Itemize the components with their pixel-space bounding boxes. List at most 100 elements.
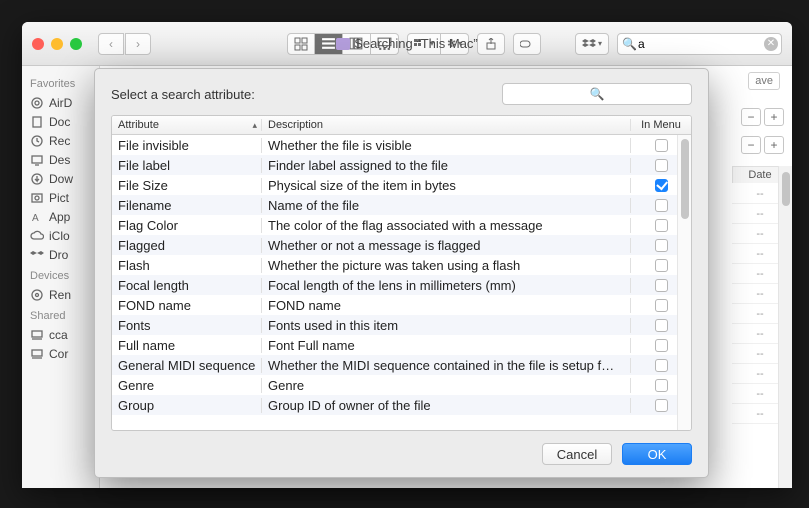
in-menu-checkbox[interactable] (655, 139, 668, 152)
attribute-description: Whether the file is visible (262, 138, 631, 153)
in-menu-checkbox[interactable] (655, 359, 668, 372)
gallery-view-button[interactable] (371, 33, 399, 55)
computer-icon (30, 328, 44, 342)
main-scrollbar[interactable] (778, 166, 792, 488)
arrange-button[interactable]: ▾ (407, 33, 441, 55)
in-menu-checkbox[interactable] (655, 299, 668, 312)
save-button-stub[interactable]: ave (748, 72, 780, 90)
in-menu-checkbox[interactable] (655, 319, 668, 332)
sidebar-favorites-header: Favorites (30, 78, 99, 90)
in-menu-checkbox[interactable] (655, 279, 668, 292)
icon-view-button[interactable] (287, 33, 315, 55)
sidebar-devices-header: Devices (30, 270, 99, 282)
attribute-row[interactable]: GroupGroup ID of owner of the file (112, 395, 691, 415)
row-add-button[interactable]: + (764, 108, 784, 126)
attribute-row[interactable]: General MIDI sequenceWhether the MIDI se… (112, 355, 691, 375)
sidebar-item[interactable]: AirD (30, 93, 99, 112)
attribute-row[interactable]: FOND nameFOND name (112, 295, 691, 315)
attribute-name: Genre (112, 378, 262, 393)
ok-button[interactable]: OK (622, 443, 692, 465)
svg-text:A: A (32, 213, 39, 224)
sidebar-item[interactable]: Dro (30, 245, 99, 264)
attribute-description: Whether the MIDI sequence contained in t… (262, 358, 631, 373)
attribute-description: Group ID of owner of the file (262, 398, 631, 413)
minimize-window-button[interactable] (51, 38, 63, 50)
forward-button[interactable]: › (125, 33, 151, 55)
in-menu-checkbox[interactable] (655, 339, 668, 352)
dropbox-icon (30, 248, 44, 262)
attribute-row[interactable]: File SizePhysical size of the item in by… (112, 175, 691, 195)
column-view-button[interactable] (343, 33, 371, 55)
cancel-button[interactable]: Cancel (542, 443, 612, 465)
close-window-button[interactable] (32, 38, 44, 50)
row-add-button[interactable]: + (764, 136, 784, 154)
attribute-row[interactable]: Focal lengthFocal length of the lens in … (112, 275, 691, 295)
in-menu-column-header[interactable]: In Menu (631, 119, 691, 131)
sidebar-item[interactable]: Doc (30, 112, 99, 131)
attribute-column-header[interactable]: Attribute▴ (112, 119, 262, 131)
attribute-name: Focal length (112, 278, 262, 293)
in-menu-checkbox[interactable] (655, 179, 668, 192)
attribute-row[interactable]: FontsFonts used in this item (112, 315, 691, 335)
in-menu-checkbox[interactable] (655, 259, 668, 272)
action-button[interactable]: ✻▾ (441, 33, 469, 55)
search-icon: 🔍 (622, 37, 637, 51)
attribute-description: Font Full name (262, 338, 631, 353)
sidebar-item-label: cca (49, 328, 68, 342)
attribute-row[interactable]: Full nameFont Full name (112, 335, 691, 355)
attribute-name: Full name (112, 338, 262, 353)
doc-icon (30, 115, 44, 129)
attribute-scrollbar[interactable] (677, 135, 691, 430)
sidebar-item-label: Doc (49, 115, 70, 129)
sidebar-shared-header: Shared (30, 310, 99, 322)
dropbox-button[interactable]: ▾ (575, 33, 609, 55)
in-menu-checkbox[interactable] (655, 239, 668, 252)
sidebar-item[interactable]: Ren (30, 285, 99, 304)
zoom-window-button[interactable] (70, 38, 82, 50)
row-remove-button[interactable]: − (741, 136, 761, 154)
scrollbar-thumb[interactable] (782, 172, 790, 206)
sidebar-item[interactable]: Cor (30, 344, 99, 363)
view-mode-group (287, 33, 399, 55)
attribute-description: The color of the flag associated with a … (262, 218, 631, 233)
in-menu-checkbox[interactable] (655, 159, 668, 172)
attribute-description: Fonts used in this item (262, 318, 631, 333)
sidebar-item-label: iClo (49, 229, 70, 243)
dialog-search-input[interactable] (502, 83, 692, 105)
sidebar-item[interactable]: cca (30, 325, 99, 344)
description-column-header[interactable]: Description (262, 119, 631, 131)
in-menu-checkbox[interactable] (655, 199, 668, 212)
dialog-prompt: Select a search attribute: (111, 87, 255, 102)
share-button[interactable] (477, 33, 505, 55)
tags-button[interactable] (513, 33, 541, 55)
sidebar-item-label: Ren (49, 288, 71, 302)
attribute-description: Whether or not a message is flagged (262, 238, 631, 253)
attribute-row[interactable]: File invisibleWhether the file is visibl… (112, 135, 691, 155)
sidebar: Favorites AirD Doc RecDes Dow Pict AApp iClo Dr… (22, 66, 100, 488)
in-menu-checkbox[interactable] (655, 379, 668, 392)
toolbar-search-input[interactable] (617, 33, 782, 55)
list-view-button[interactable] (315, 33, 343, 55)
back-button[interactable]: ‹ (98, 33, 124, 55)
clear-search-button[interactable]: ✕ (764, 37, 778, 51)
sidebar-item[interactable]: AApp (30, 207, 99, 226)
attribute-row[interactable]: GenreGenre (112, 375, 691, 395)
attribute-row[interactable]: File labelFinder label assigned to the f… (112, 155, 691, 175)
attribute-row[interactable]: FlaggedWhether or not a message is flagg… (112, 235, 691, 255)
attribute-row[interactable]: FilenameName of the file (112, 195, 691, 215)
sidebar-item[interactable]: iClo (30, 226, 99, 245)
sidebar-item-label: Pict (49, 191, 69, 205)
sidebar-item[interactable]: Rec (30, 131, 99, 150)
dropbox-icon (582, 37, 596, 51)
sidebar-item[interactable]: Pict (30, 188, 99, 207)
scrollbar-thumb[interactable] (681, 139, 689, 219)
attribute-name: File label (112, 158, 262, 173)
attribute-row[interactable]: FlashWhether the picture was taken using… (112, 255, 691, 275)
in-menu-checkbox[interactable] (655, 219, 668, 232)
in-menu-checkbox[interactable] (655, 399, 668, 412)
sidebar-item[interactable]: Dow (30, 169, 99, 188)
sidebar-item-label: Dow (49, 172, 73, 186)
attribute-row[interactable]: Flag ColorThe color of the flag associat… (112, 215, 691, 235)
sidebar-item[interactable]: Des (30, 150, 99, 169)
row-remove-button[interactable]: − (741, 108, 761, 126)
